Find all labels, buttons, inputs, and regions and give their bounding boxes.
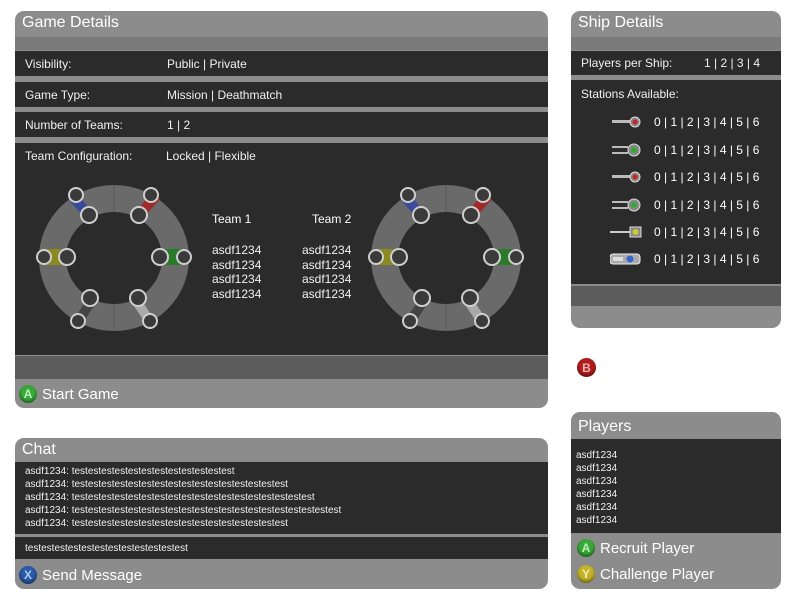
station-options[interactable]: 0 | 1 | 2 | 3 | 4 | 5 | 6 <box>654 170 759 184</box>
a-button-icon: A <box>577 539 595 557</box>
y-button-icon: Y <box>577 565 595 583</box>
send-message-label: Send Message <box>42 566 143 584</box>
game-type-options[interactable]: Mission | Deathmatch <box>167 88 282 102</box>
team2-title: Team 2 <box>312 212 352 226</box>
chat-input-text: testestestestestestestestestestestest <box>25 543 188 554</box>
players-per-ship-row: Players per Ship: 1 | 2 | 3 | 4 <box>571 51 781 75</box>
team-config-options[interactable]: Locked | Flexible <box>166 149 256 163</box>
chat-message: asdf1234: testestestestestestestestestes… <box>25 492 315 503</box>
team1-title: Team 1 <box>212 212 252 226</box>
ship-details-title: Ship Details <box>578 14 664 31</box>
station-options[interactable]: 0 | 1 | 2 | 3 | 4 | 5 | 6 <box>654 115 759 129</box>
chat-input[interactable]: testestestestestestestestestestestest <box>15 537 548 559</box>
chat-message: asdf1234: testestestestestestestestestes… <box>25 479 288 490</box>
station-row: 0 | 1 | 2 | 3 | 4 | 5 | 6 <box>610 221 759 243</box>
green-twin-turret-icon <box>612 198 641 212</box>
challenge-player-button[interactable]: Y Challenge Player <box>577 565 714 583</box>
divider <box>15 37 548 50</box>
team2-ship-diagram[interactable] <box>366 183 526 333</box>
teams-label: Number of Teams: <box>25 118 123 132</box>
game-type-row: Game Type: Mission | Deathmatch <box>15 82 548 107</box>
station-row: 0 | 1 | 2 | 3 | 4 | 5 | 6 <box>610 166 759 188</box>
station-row: 0 | 1 | 2 | 3 | 4 | 5 | 6 <box>610 248 759 270</box>
station-options[interactable]: 0 | 1 | 2 | 3 | 4 | 5 | 6 <box>654 252 759 266</box>
team2-member[interactable]: asdf1234 <box>302 258 351 273</box>
chat-message: asdf1234: testestestestestestestestestes… <box>25 466 235 477</box>
teams-options[interactable]: 1 | 2 <box>167 118 190 132</box>
blue-pilot-station-icon <box>610 253 641 265</box>
player-item[interactable]: asdf1234 <box>576 476 617 487</box>
team1-member[interactable]: asdf1234 <box>212 287 261 302</box>
player-item[interactable]: asdf1234 <box>576 450 617 461</box>
players-title: Players <box>578 418 632 435</box>
player-item[interactable]: asdf1234 <box>576 463 617 474</box>
team1-members: asdf1234 asdf1234 asdf1234 asdf1234 <box>212 243 261 301</box>
ship-details-footer-bar <box>571 286 781 306</box>
team2-member[interactable]: asdf1234 <box>302 243 351 258</box>
teams-row: Number of Teams: 1 | 2 <box>15 112 548 137</box>
chat-message: asdf1234: testestestestestestestestestes… <box>25 505 342 516</box>
red-turret-icon <box>612 116 641 128</box>
game-details-footer-bar <box>15 356 548 379</box>
start-game-label: Start Game <box>42 385 119 403</box>
visibility-label: Visibility: <box>25 57 72 71</box>
players-per-ship-label: Players per Ship: <box>581 56 673 70</box>
station-row: 0 | 1 | 2 | 3 | 4 | 5 | 6 <box>610 111 759 133</box>
visibility-options[interactable]: Public | Private <box>167 57 247 71</box>
start-game-button[interactable]: A Start Game <box>19 385 119 403</box>
players-per-ship-options[interactable]: 1 | 2 | 3 | 4 <box>704 56 760 70</box>
red-turret-icon <box>612 171 641 183</box>
visibility-row: Visibility: Public | Private <box>15 51 548 76</box>
a-button-icon: A <box>19 385 37 403</box>
station-options[interactable]: 0 | 1 | 2 | 3 | 4 | 5 | 6 <box>654 225 759 239</box>
send-message-button[interactable]: X Send Message <box>19 566 142 584</box>
team2-member[interactable]: asdf1234 <box>302 287 351 302</box>
recruit-player-button[interactable]: A Recruit Player <box>577 539 694 557</box>
team2-members: asdf1234 asdf1234 asdf1234 asdf1234 <box>302 243 351 301</box>
game-type-label: Game Type: <box>25 88 91 102</box>
station-options[interactable]: 0 | 1 | 2 | 3 | 4 | 5 | 6 <box>654 198 759 212</box>
game-details-title: Game Details <box>22 14 119 31</box>
team2-member[interactable]: asdf1234 <box>302 272 351 287</box>
yellow-long-turret-icon <box>610 226 642 238</box>
team1-member[interactable]: asdf1234 <box>212 243 261 258</box>
divider <box>571 37 781 50</box>
station-row: 0 | 1 | 2 | 3 | 4 | 5 | 6 <box>610 194 759 216</box>
team1-ship-diagram[interactable] <box>34 183 194 333</box>
green-twin-turret-icon <box>612 143 641 157</box>
challenge-player-label: Challenge Player <box>600 565 715 583</box>
player-item[interactable]: asdf1234 <box>576 515 617 526</box>
recruit-player-label: Recruit Player <box>600 539 695 557</box>
b-button[interactable]: B <box>577 358 596 377</box>
station-options[interactable]: 0 | 1 | 2 | 3 | 4 | 5 | 6 <box>654 143 759 157</box>
team1-member[interactable]: asdf1234 <box>212 272 261 287</box>
chat-title: Chat <box>22 441 56 458</box>
station-row: 0 | 1 | 2 | 3 | 4 | 5 | 6 <box>610 139 759 161</box>
player-item[interactable]: asdf1234 <box>576 489 617 500</box>
chat-message: asdf1234: testestestestestestestestestes… <box>25 518 288 529</box>
team-config-label: Team Configuration: <box>25 149 133 163</box>
stations-label: Stations Available: <box>581 87 679 101</box>
player-item[interactable]: asdf1234 <box>576 502 617 513</box>
x-button-icon: X <box>19 566 37 584</box>
team1-member[interactable]: asdf1234 <box>212 258 261 273</box>
